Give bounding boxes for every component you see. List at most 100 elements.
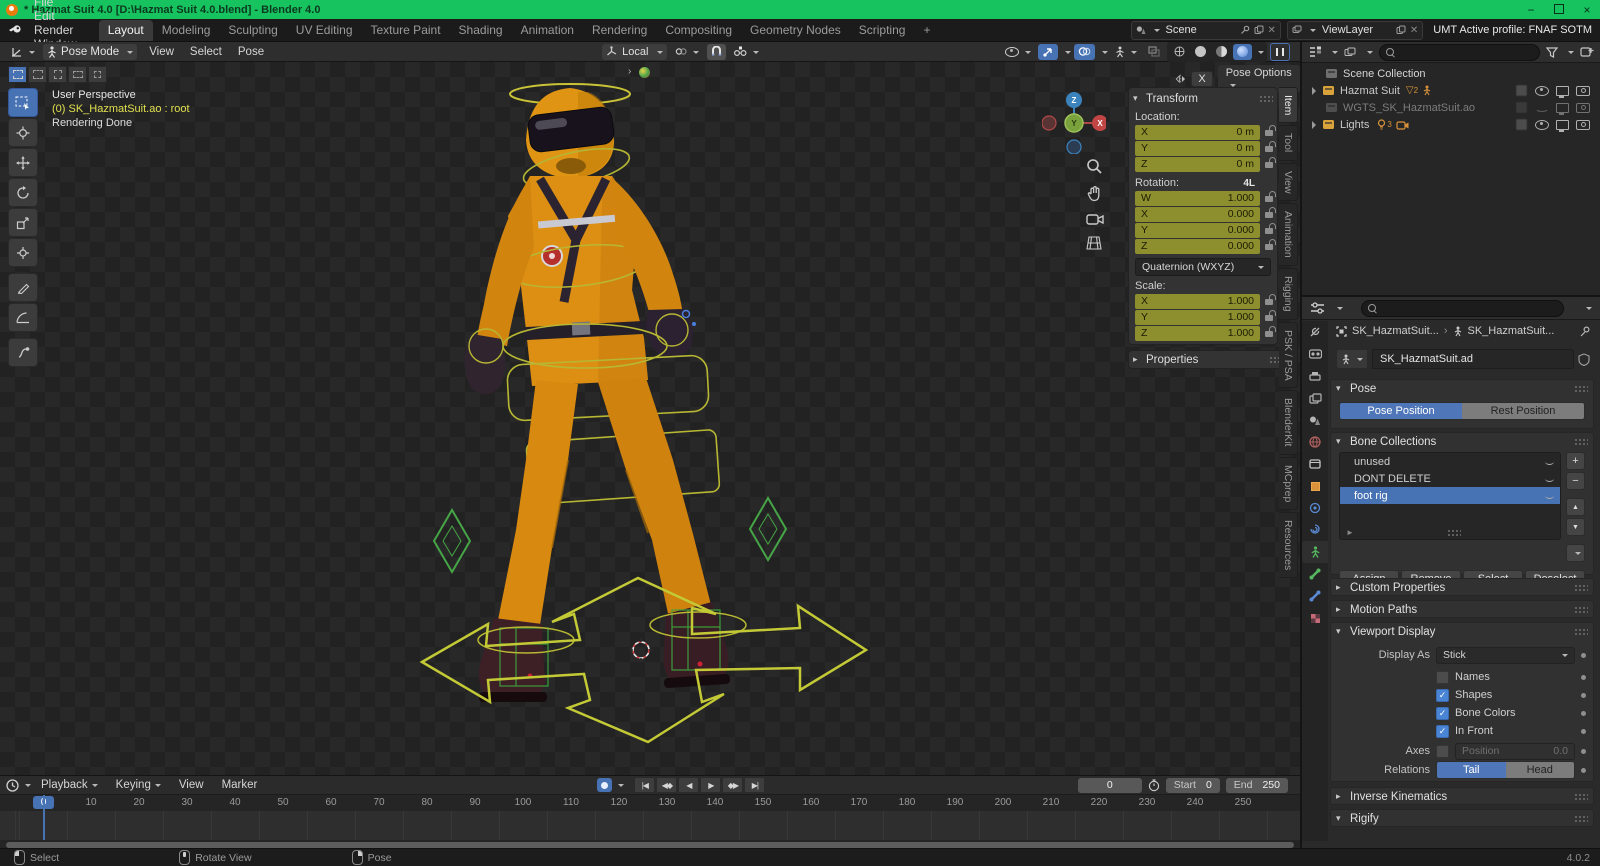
rotation-mode-dropdown[interactable]: Quaternion (WXYZ) <box>1135 258 1271 276</box>
exclude-checkbox[interactable] <box>1516 85 1528 97</box>
n-panel-tab[interactable]: Item <box>1279 87 1298 123</box>
workspace-tab[interactable]: Sculpting <box>219 20 286 41</box>
menubar-menu[interactable]: Render <box>26 23 85 37</box>
mirror-x-button[interactable]: X <box>1191 71 1212 87</box>
select-mode-extend[interactable] <box>28 66 47 83</box>
checkbox[interactable] <box>1436 689 1449 702</box>
n-panel-tab[interactable]: BlenderKit <box>1279 390 1298 454</box>
shading-dropdown[interactable] <box>1254 46 1264 58</box>
scene-name[interactable]: Scene <box>1166 24 1236 36</box>
panel-grip[interactable] <box>1574 438 1588 446</box>
transform-orientation-dropdown[interactable]: Local <box>602 44 667 60</box>
timeline-ruler[interactable]: 0 10203040506070809010011012013014015016… <box>0 794 1300 811</box>
outliner-search-input[interactable] <box>1379 44 1540 61</box>
relations-head-button[interactable]: Head <box>1506 762 1575 778</box>
select-mode-invert[interactable] <box>68 66 87 83</box>
animate-dot[interactable] <box>1581 653 1586 658</box>
pan-hand-icon[interactable] <box>1086 185 1103 202</box>
editor-type-dropdown[interactable] <box>6 44 39 60</box>
tool-pose-breakdowner[interactable] <box>8 338 38 367</box>
stopwatch-icon[interactable] <box>1148 779 1160 792</box>
filter-dropdown[interactable] <box>1564 46 1574 58</box>
workspace-tab[interactable]: Compositing <box>656 20 741 41</box>
tool-select-box[interactable] <box>8 88 38 117</box>
timeline-track-area[interactable] <box>0 811 1300 840</box>
animate-dot[interactable] <box>1581 693 1586 698</box>
scale-field[interactable]: X1.000 <box>1135 294 1260 309</box>
datablock-browse-dropdown[interactable] <box>1336 349 1368 369</box>
workspace-tab[interactable]: Modeling <box>153 20 220 41</box>
datablock-name-field[interactable]: SK_HazmatSuit.ad <box>1372 349 1574 369</box>
minimize-button[interactable]: − <box>1524 3 1538 17</box>
rig-pole-targets[interactable] <box>434 498 786 572</box>
tab-tool[interactable] <box>1302 321 1328 343</box>
workspace-tab[interactable]: Geometry Nodes <box>741 20 850 41</box>
app-menu-icon[interactable] <box>8 23 22 38</box>
exclude-checkbox[interactable] <box>1516 102 1528 114</box>
lock-icon[interactable] <box>1265 146 1273 152</box>
viewport-disable-icon[interactable] <box>1556 103 1569 113</box>
navigation-gizmo[interactable]: Z X Y <box>1042 90 1106 154</box>
workspace-tab[interactable]: + <box>914 20 939 41</box>
inverse-kinematics-panel[interactable]: ▸ Inverse Kinematics <box>1330 787 1594 805</box>
lock-icon[interactable] <box>1265 299 1273 305</box>
transport-button[interactable]: ◆▶ <box>722 777 743 793</box>
transform-panel-header[interactable]: ▾ Transform <box>1133 90 1273 107</box>
snap-magnet-toggle[interactable] <box>707 44 726 60</box>
hazmat-character[interactable] <box>380 78 920 775</box>
menubar-menu[interactable]: Edit <box>26 9 85 23</box>
motion-paths-panel[interactable]: ▸ Motion Paths <box>1330 600 1594 618</box>
workspace-tab[interactable]: Animation <box>512 20 583 41</box>
properties-editor-icon[interactable] <box>1310 302 1325 314</box>
hide-eye-icon[interactable] <box>1535 104 1549 112</box>
scale-field[interactable]: Y1.000 <box>1135 310 1260 325</box>
viewport-disable-icon[interactable] <box>1556 86 1569 96</box>
select-mode-intersect[interactable] <box>88 66 107 83</box>
rotation-field[interactable]: Z0.000 <box>1135 239 1260 254</box>
auto-keying-button[interactable] <box>597 778 612 792</box>
custom-properties-panel[interactable]: ▸ Custom Properties <box>1330 578 1594 596</box>
add-collection-button[interactable]: + <box>1566 452 1585 470</box>
gizmos-toggle[interactable] <box>1038 44 1058 60</box>
new-collection-icon[interactable] <box>1580 46 1594 58</box>
list-specials-dropdown[interactable] <box>1566 544 1585 562</box>
mode-dropdown[interactable]: Pose Mode <box>43 44 137 60</box>
expand-arrow-icon[interactable] <box>1312 121 1320 129</box>
panel-grip[interactable] <box>1574 793 1588 801</box>
view-menu[interactable]: View <box>171 779 212 791</box>
panel-grip[interactable] <box>1574 584 1588 592</box>
viewport-display-header[interactable]: ▾ Viewport Display <box>1331 623 1593 640</box>
tool-annotate[interactable] <box>8 273 38 302</box>
viewlayer-name[interactable]: ViewLayer <box>1322 24 1392 36</box>
location-field[interactable]: Z0 m <box>1135 157 1260 172</box>
lock-icon[interactable] <box>1265 196 1273 202</box>
pin-icon[interactable] <box>1580 326 1590 337</box>
move-up-button[interactable]: ▲ <box>1566 498 1585 516</box>
unlink-icon[interactable]: ✕ <box>1410 25 1418 36</box>
tool-measure[interactable] <box>8 303 38 332</box>
render-disable-icon[interactable] <box>1576 103 1590 113</box>
relations-tail-button[interactable]: Tail <box>1437 762 1506 778</box>
gizmos-dropdown[interactable] <box>1061 46 1071 58</box>
hide-eye-icon[interactable] <box>1535 120 1549 130</box>
select-mode-set[interactable] <box>8 66 27 83</box>
timeline-editor-icon[interactable] <box>6 779 19 792</box>
tab-collection[interactable] <box>1302 453 1328 475</box>
n-panel-tab[interactable]: Tool <box>1279 125 1298 160</box>
checkbox[interactable] <box>1436 671 1449 684</box>
overlays-dropdown[interactable] <box>1098 46 1108 58</box>
breadcrumb-data[interactable]: SK_HazmatSuit... <box>1468 325 1555 337</box>
location-field[interactable]: X0 m <box>1135 125 1260 140</box>
viewport-menu[interactable]: Select <box>182 46 230 58</box>
tab-physics[interactable] <box>1302 497 1328 519</box>
rotation-field[interactable]: Y0.000 <box>1135 223 1260 238</box>
outliner-row-wgts[interactable]: WGTS_SK_HazmatSuit.ao <box>1302 99 1600 116</box>
render-disable-icon[interactable] <box>1576 120 1590 130</box>
checkbox[interactable] <box>1436 725 1449 738</box>
checkbox[interactable] <box>1436 707 1449 720</box>
editor-type-dropdown[interactable] <box>21 779 31 791</box>
zoom-icon[interactable] <box>1086 158 1103 175</box>
select-mode-subtract[interactable] <box>48 66 67 83</box>
rigify-panel[interactable]: ▾ Rigify <box>1330 809 1594 827</box>
workspace-tab[interactable]: UV Editing <box>287 20 362 41</box>
